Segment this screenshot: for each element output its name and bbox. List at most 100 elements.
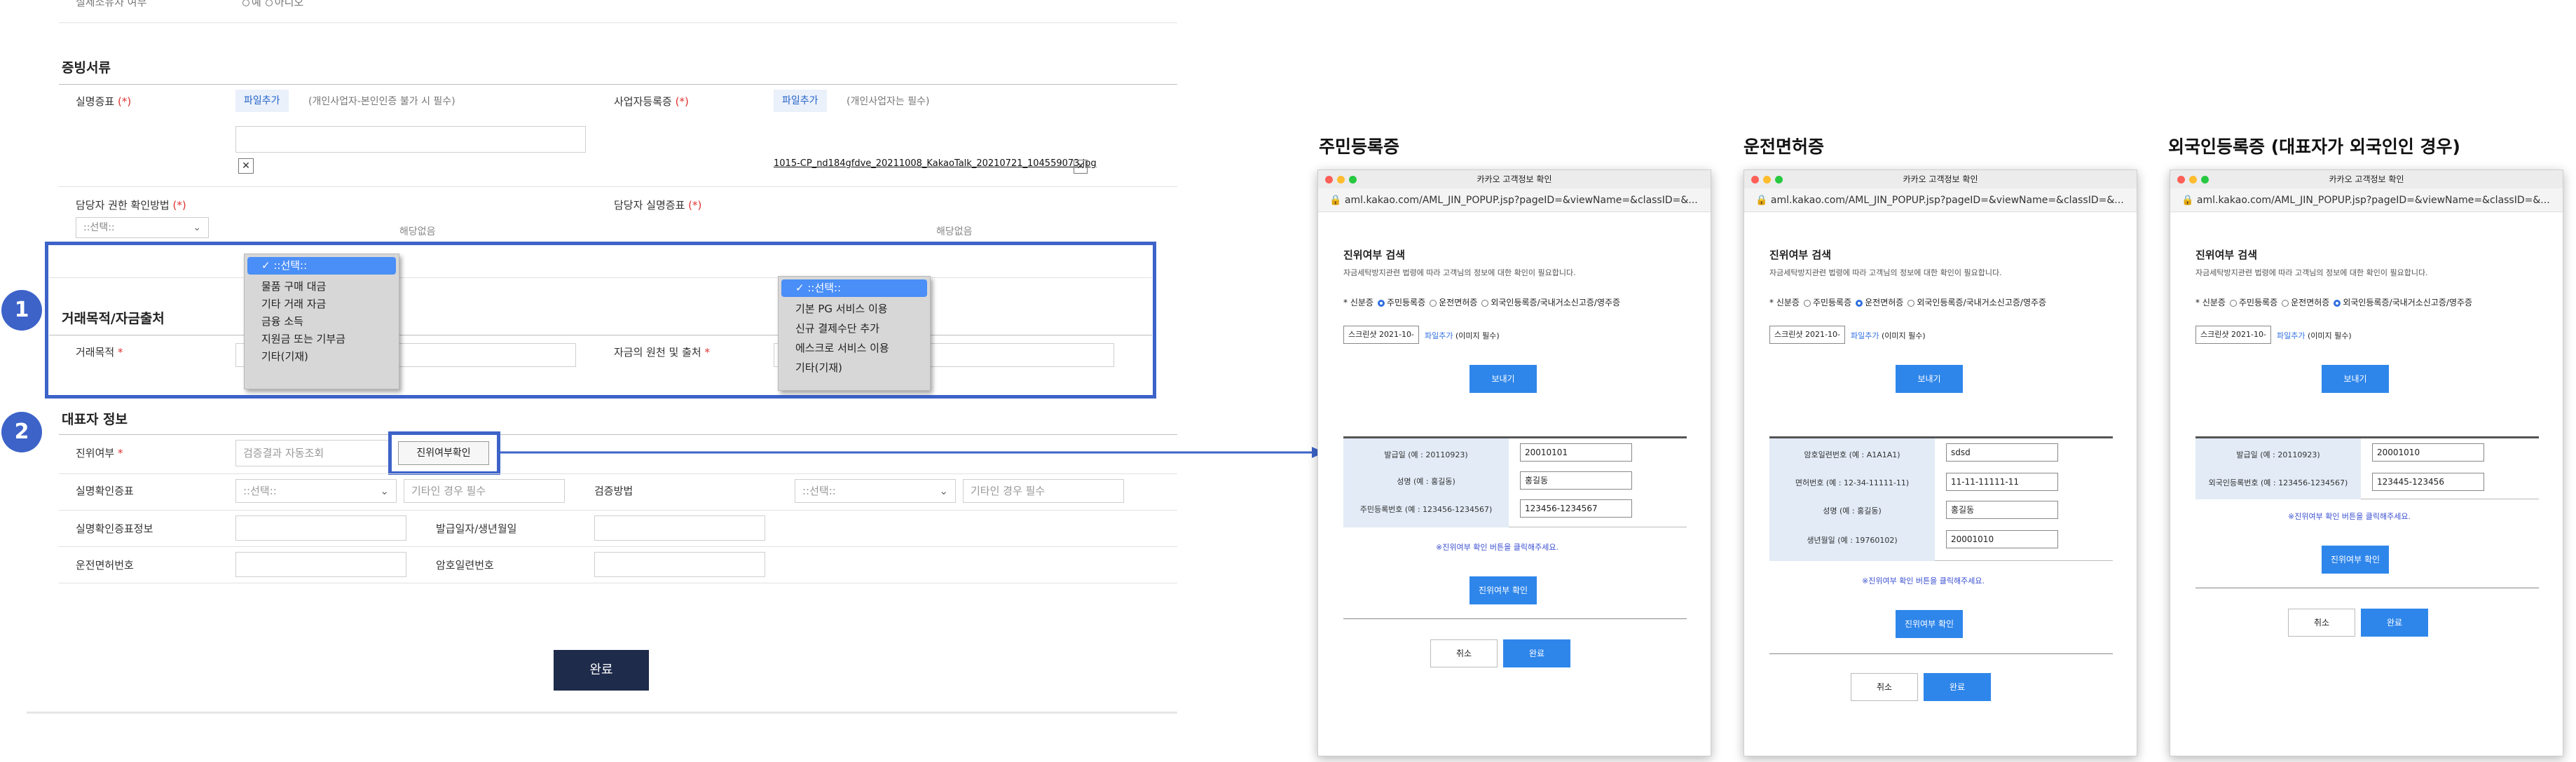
connector-arrow-icon [499, 447, 1324, 458]
id-type-radio-group[interactable]: * 신분증 주민등록증 운전면허증 외국인등록증/국내거소신고증/영주증 [1769, 296, 2046, 308]
id-type-radio-group[interactable]: * 신분증 주민등록증 운전면허증 외국인등록증/국내거소신고증/영주증 [2195, 296, 2472, 308]
cancel-button[interactable]: 취소 [1430, 639, 1498, 667]
done-button[interactable]: 완료 [2361, 609, 2428, 637]
popup-file-add-link[interactable]: 파일추가 [2277, 330, 2305, 341]
search-desc: 자금세탁방지관련 법령에 따라 고객님의 정보에 대한 확인이 필요합니다. [2195, 268, 2428, 277]
popup-titlebar: 카카오 고객정보 확인 [1744, 170, 2137, 189]
close-window-icon[interactable] [1325, 176, 1333, 183]
auth-check-button[interactable]: 진위여부확인 [398, 441, 489, 465]
minimize-window-icon[interactable] [1763, 176, 1771, 183]
row-input[interactable]: 20001010 [1946, 530, 2058, 548]
done-button[interactable]: 완료 [1924, 673, 1991, 701]
divider [1769, 653, 2113, 654]
dropdown-option-selected[interactable]: ✓ ::선택:: [781, 279, 927, 297]
checkmark-icon: ✓ [261, 259, 274, 272]
license-no-input[interactable] [235, 552, 406, 577]
real-name-file-input[interactable] [235, 126, 586, 153]
done-button[interactable]: 완료 [1503, 639, 1570, 667]
popup-url-bar[interactable]: 🔒 aml.kakao.com/AML_JIN_POPUP.jsp?pageID… [1744, 188, 2137, 212]
popup-url-bar[interactable]: 🔒 aml.kakao.com/AML_JIN_POPUP.jsp?pageID… [1318, 188, 1711, 212]
dropdown-option[interactable]: 에스크로 서비스 이용 [779, 340, 930, 357]
heading-resident-card: 주민등록증 [1319, 137, 1400, 157]
dropdown-option[interactable]: 기타(기재) [779, 359, 930, 377]
biz-reg-remove-button[interactable]: ✕ [1074, 160, 1088, 174]
screenshot-file-button[interactable]: 스크린샷 2021-10- [1769, 326, 1845, 344]
row-input[interactable]: 홍길동 [1946, 501, 2058, 519]
auth-check-popup-button[interactable]: 진위여부 확인 [1469, 576, 1537, 604]
cancel-button[interactable]: 취소 [2288, 609, 2355, 637]
dropdown-option[interactable]: 신규 결제수단 추가 [779, 320, 930, 338]
auth-note: ※진위여부 확인 버튼을 클릭해주세요. [1436, 543, 1559, 552]
close-window-icon[interactable] [1751, 176, 1759, 183]
maximize-window-icon[interactable] [2201, 176, 2209, 183]
dropdown-option[interactable]: 기타 거래 자금 [245, 296, 399, 313]
dropdown-option[interactable]: 물품 구매 대금 [245, 278, 399, 296]
step-badge-1: 1 [1, 290, 42, 331]
divider [59, 434, 1177, 435]
row-input[interactable]: 123456-1234567 [1520, 499, 1632, 518]
popup-titlebar: 카카오 고객정보 확인 [2170, 170, 2563, 189]
biz-reg-label: 사업자등록증 (*) [614, 95, 689, 108]
chevron-down-icon: ⌄ [193, 222, 201, 233]
maximize-window-icon[interactable] [1349, 176, 1357, 183]
row-input[interactable]: 11-11-11111-11 [1946, 473, 2058, 491]
close-window-icon[interactable] [2177, 176, 2185, 183]
minimize-window-icon[interactable] [2189, 176, 2197, 183]
auth-method-select[interactable]: ::선택:: ⌄ [76, 217, 209, 238]
real-id-doc-label: 실명확인증표 [76, 485, 134, 497]
row-input[interactable]: 123445-123456 [2372, 473, 2484, 491]
popup-file-add-link[interactable]: 파일추가 [1425, 330, 1453, 341]
step-badge-2: 2 [1, 412, 42, 452]
owner-status-label: 실제소유자 여부 [76, 0, 147, 8]
minimize-window-icon[interactable] [1337, 176, 1345, 183]
complete-button[interactable]: 완료 [554, 650, 649, 691]
popup-url-bar[interactable]: 🔒 aml.kakao.com/AML_JIN_POPUP.jsp?pageID… [2170, 188, 2563, 212]
verify-method-other-input[interactable]: 기타인 경우 필수 [963, 479, 1124, 503]
maximize-window-icon[interactable] [1775, 176, 1783, 183]
id-type-radio-group[interactable]: * 신분증 주민등록증 운전면허증 외국인등록증/국내거소신고증/영주증 [1343, 296, 1620, 308]
real-id-info-input[interactable] [235, 515, 406, 541]
real-id-doc-other-input[interactable]: 기타인 경우 필수 [404, 479, 565, 503]
divider [59, 546, 1177, 547]
info-table [2195, 436, 2539, 499]
real-name-file-add-button[interactable]: 파일추가 [235, 90, 289, 112]
purpose-dropdown-menu[interactable]: ✓ ::선택:: 물품 구매 대금 기타 거래 자금 금융 소득 지원금 또는 … [244, 254, 399, 389]
image-required-text: (이미지 필수) [1882, 331, 1926, 340]
biz-reg-file-link[interactable]: 1015-CP_nd184gfdve_20211008_KakaoTalk_20… [774, 158, 1097, 169]
send-button[interactable]: 보내기 [1469, 365, 1537, 393]
issue-date-input[interactable] [594, 515, 765, 541]
row-input[interactable]: 20010101 [1520, 443, 1632, 462]
auth-note: ※진위여부 확인 버튼을 클릭해주세요. [1862, 576, 1985, 586]
dropdown-option[interactable]: 금융 소득 [245, 313, 399, 331]
dropdown-option[interactable]: 지원금 또는 기부금 [245, 331, 399, 348]
row-input[interactable]: sdsd [1946, 443, 2058, 462]
real-name-remove-button[interactable]: ✕ [238, 158, 254, 174]
screenshot-file-button[interactable]: 스크린샷 2021-10- [1343, 326, 1419, 344]
owner-radio-group[interactable]: 예 아니오 [238, 0, 303, 9]
not-applicable-text: 해당없음 [399, 226, 436, 237]
lock-icon: 🔒 [1329, 195, 1345, 206]
verify-method-select[interactable]: ::선택:: ⌄ [795, 479, 956, 503]
row-input[interactable]: 홍길동 [1520, 471, 1632, 490]
send-button[interactable]: 보내기 [2322, 365, 2389, 393]
chevron-down-icon: ⌄ [380, 485, 389, 497]
auth-check-popup-button[interactable]: 진위여부 확인 [1896, 610, 1963, 638]
row-input[interactable]: 20001010 [2372, 443, 2484, 462]
popup-titlebar: 카카오 고객정보 확인 [1318, 170, 1711, 189]
biz-reg-file-add-button[interactable]: 파일추가 [774, 90, 827, 112]
cipher-no-input[interactable] [594, 552, 765, 577]
screenshot-file-button[interactable]: 스크린샷 2021-10- [2195, 326, 2271, 344]
dropdown-option[interactable]: 기타(기재) [245, 348, 399, 366]
search-title: 진위여부 검색 [2195, 249, 2258, 261]
dropdown-option-selected[interactable]: ✓ ::선택:: [247, 257, 396, 275]
divider [27, 712, 1177, 714]
fund-source-dropdown-menu[interactable]: ✓ ::선택:: 기본 PG 서비스 이용 신규 결제수단 추가 에스크로 서비… [778, 276, 931, 391]
cancel-button[interactable]: 취소 [1851, 673, 1918, 701]
popup-file-add-link[interactable]: 파일추가 [1851, 330, 1879, 341]
auth-check-popup-button[interactable]: 진위여부 확인 [2322, 546, 2389, 574]
cipher-no-label: 암호일련번호 [436, 559, 494, 572]
row-label: 성명 (예 : 홍길동) [1397, 477, 1455, 486]
send-button[interactable]: 보내기 [1896, 365, 1963, 393]
real-id-doc-select[interactable]: ::선택:: ⌄ [235, 479, 397, 503]
dropdown-option[interactable]: 기본 PG 서비스 이용 [779, 300, 930, 318]
